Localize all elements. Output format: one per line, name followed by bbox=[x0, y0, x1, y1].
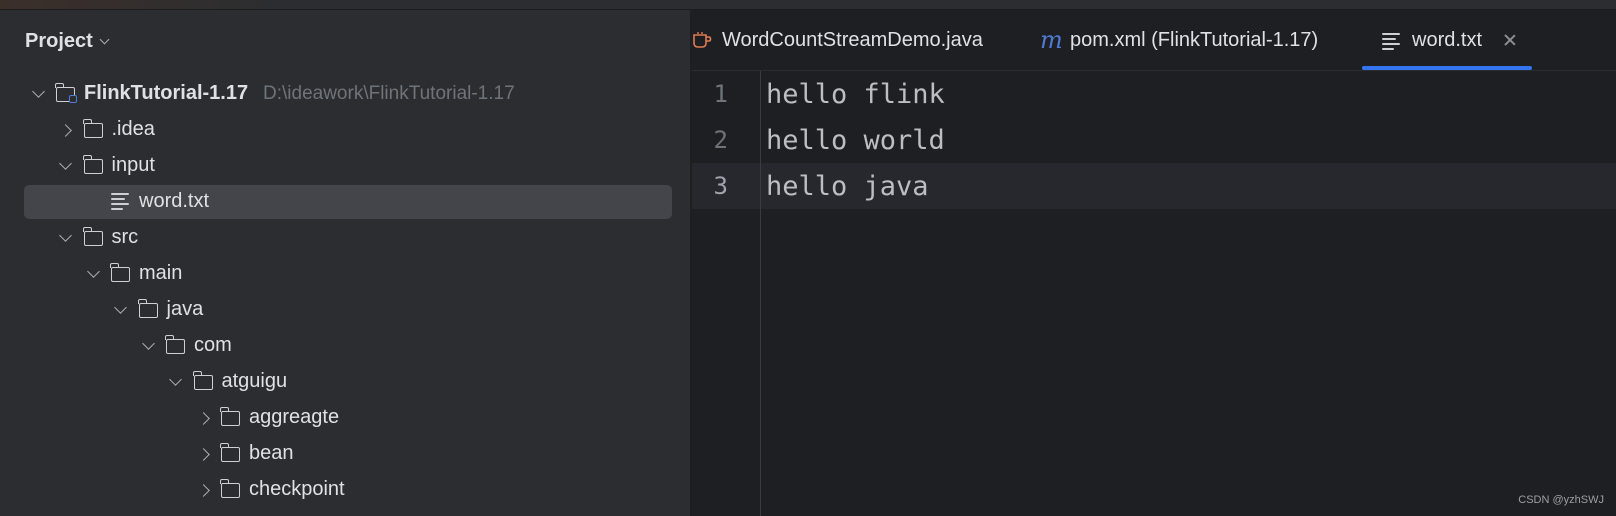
chevron-down-icon[interactable] bbox=[140, 337, 156, 354]
watermark: CSDN @yzhSWJ bbox=[1518, 494, 1604, 506]
window-top-bar bbox=[0, 0, 1616, 10]
tree-item-label: FlinkTutorial-1.17 bbox=[84, 82, 249, 104]
code-text[interactable]: hello flink bbox=[766, 79, 945, 110]
tree-item-atguigu[interactable]: atguigu bbox=[0, 364, 690, 400]
tree-item-aggreagte[interactable]: aggreagte bbox=[0, 400, 690, 436]
tree-item-main[interactable]: main bbox=[0, 256, 690, 292]
project-view-selector[interactable]: Project bbox=[25, 28, 110, 54]
tab-label: WordCountStreamDemo.java bbox=[722, 28, 983, 51]
tree-item-flinktutorial-1-17[interactable]: FlinkTutorial-1.17 D:\ideawork\FlinkTutor… bbox=[0, 76, 690, 112]
chevron-right-icon[interactable] bbox=[195, 410, 211, 426]
chevron-down-icon bbox=[99, 34, 110, 44]
tree-item-idea[interactable]: .idea bbox=[0, 112, 690, 148]
tree-item-label: aggreagte bbox=[249, 406, 340, 428]
project-tree: FlinkTutorial-1.17 D:\ideawork\FlinkTutor… bbox=[0, 76, 690, 508]
code-line[interactable]: 1 hello flink bbox=[692, 71, 1616, 117]
chevron-right-icon[interactable] bbox=[195, 482, 211, 498]
folder-icon bbox=[220, 407, 243, 427]
tree-item-input[interactable]: input bbox=[0, 148, 690, 184]
tree-item-label: atguigu bbox=[221, 370, 288, 392]
java-cup-icon bbox=[692, 31, 712, 49]
tree-item-label: bean bbox=[249, 442, 294, 464]
tab-word-txt[interactable]: word.txt bbox=[1362, 10, 1532, 70]
tree-item-label: com bbox=[194, 334, 232, 356]
tab-label: word.txt bbox=[1412, 28, 1483, 51]
tree-item-label: java bbox=[166, 298, 204, 320]
folder-icon bbox=[192, 371, 216, 391]
tab-wordcountstreamdemo[interactable]: WordCountStreamDemo.java bbox=[692, 10, 983, 70]
active-tab-indicator bbox=[1362, 66, 1532, 70]
project-tool-window: Project FlinkTutorial-1.17 D:\ideawork\Fl… bbox=[0, 10, 690, 516]
code-text[interactable]: hello java bbox=[766, 171, 929, 202]
chevron-down-icon[interactable] bbox=[58, 157, 74, 174]
chevron-right-icon[interactable] bbox=[58, 122, 74, 138]
module-folder-icon bbox=[55, 83, 78, 103]
tree-item-label: .idea bbox=[111, 118, 155, 140]
editor-area: WordCountStreamDemo.java m pom.xml (Flin… bbox=[692, 10, 1616, 516]
tree-item-com[interactable]: com bbox=[0, 328, 690, 364]
chevron-down-icon[interactable] bbox=[85, 265, 101, 282]
folder-icon bbox=[220, 479, 243, 499]
chevron-down-icon[interactable] bbox=[58, 229, 74, 246]
chevron-down-icon[interactable] bbox=[30, 85, 46, 102]
folder-icon bbox=[82, 119, 106, 139]
chevron-down-icon[interactable] bbox=[168, 373, 184, 390]
text-file-icon bbox=[111, 193, 133, 211]
maven-icon: m bbox=[1040, 26, 1063, 54]
tab-pom-xml[interactable]: m pom.xml (FlinkTutorial-1.17) bbox=[1040, 10, 1318, 70]
code-text[interactable]: hello world bbox=[766, 125, 945, 156]
tree-item-label: src bbox=[111, 226, 139, 248]
line-number[interactable]: 1 bbox=[692, 80, 728, 108]
editor-tab-bar: WordCountStreamDemo.java m pom.xml (Flin… bbox=[692, 10, 1616, 71]
tree-item-label: checkpoint bbox=[249, 478, 345, 500]
folder-icon bbox=[82, 155, 106, 175]
top-bar-accent bbox=[0, 0, 300, 9]
code-line[interactable]: 3 hello java bbox=[692, 163, 1616, 209]
tree-item-label: main bbox=[139, 262, 183, 284]
chevron-right-icon[interactable] bbox=[195, 446, 211, 462]
folder-icon bbox=[220, 443, 243, 463]
module-path: D:\ideawork\FlinkTutorial-1.17 bbox=[263, 83, 515, 104]
text-file-icon bbox=[1382, 10, 1402, 70]
gutter-separator bbox=[760, 71, 761, 516]
folder-icon bbox=[110, 263, 133, 283]
code-editor[interactable]: 1 hello flink 2 hello world 3 hello java bbox=[692, 71, 1616, 209]
close-icon[interactable] bbox=[1504, 34, 1516, 46]
tree-item-label: input bbox=[111, 154, 155, 176]
code-line[interactable]: 2 hello world bbox=[692, 117, 1616, 163]
folder-icon bbox=[165, 335, 188, 355]
tab-label: pom.xml (FlinkTutorial-1.17) bbox=[1070, 28, 1319, 51]
tree-item-label: word.txt bbox=[139, 190, 210, 212]
project-title: Project bbox=[25, 29, 93, 52]
chevron-down-icon[interactable] bbox=[113, 301, 129, 318]
tree-item-word-txt[interactable]: word.txt bbox=[0, 184, 690, 220]
tree-item-bean[interactable]: bean bbox=[0, 436, 690, 472]
line-number[interactable]: 3 bbox=[692, 172, 728, 200]
folder-icon bbox=[137, 299, 161, 319]
line-number[interactable]: 2 bbox=[692, 126, 728, 154]
tree-item-checkpoint[interactable]: checkpoint bbox=[0, 472, 690, 508]
tree-item-java[interactable]: java bbox=[0, 292, 690, 328]
tree-item-src[interactable]: src bbox=[0, 220, 690, 256]
folder-icon bbox=[82, 227, 106, 247]
